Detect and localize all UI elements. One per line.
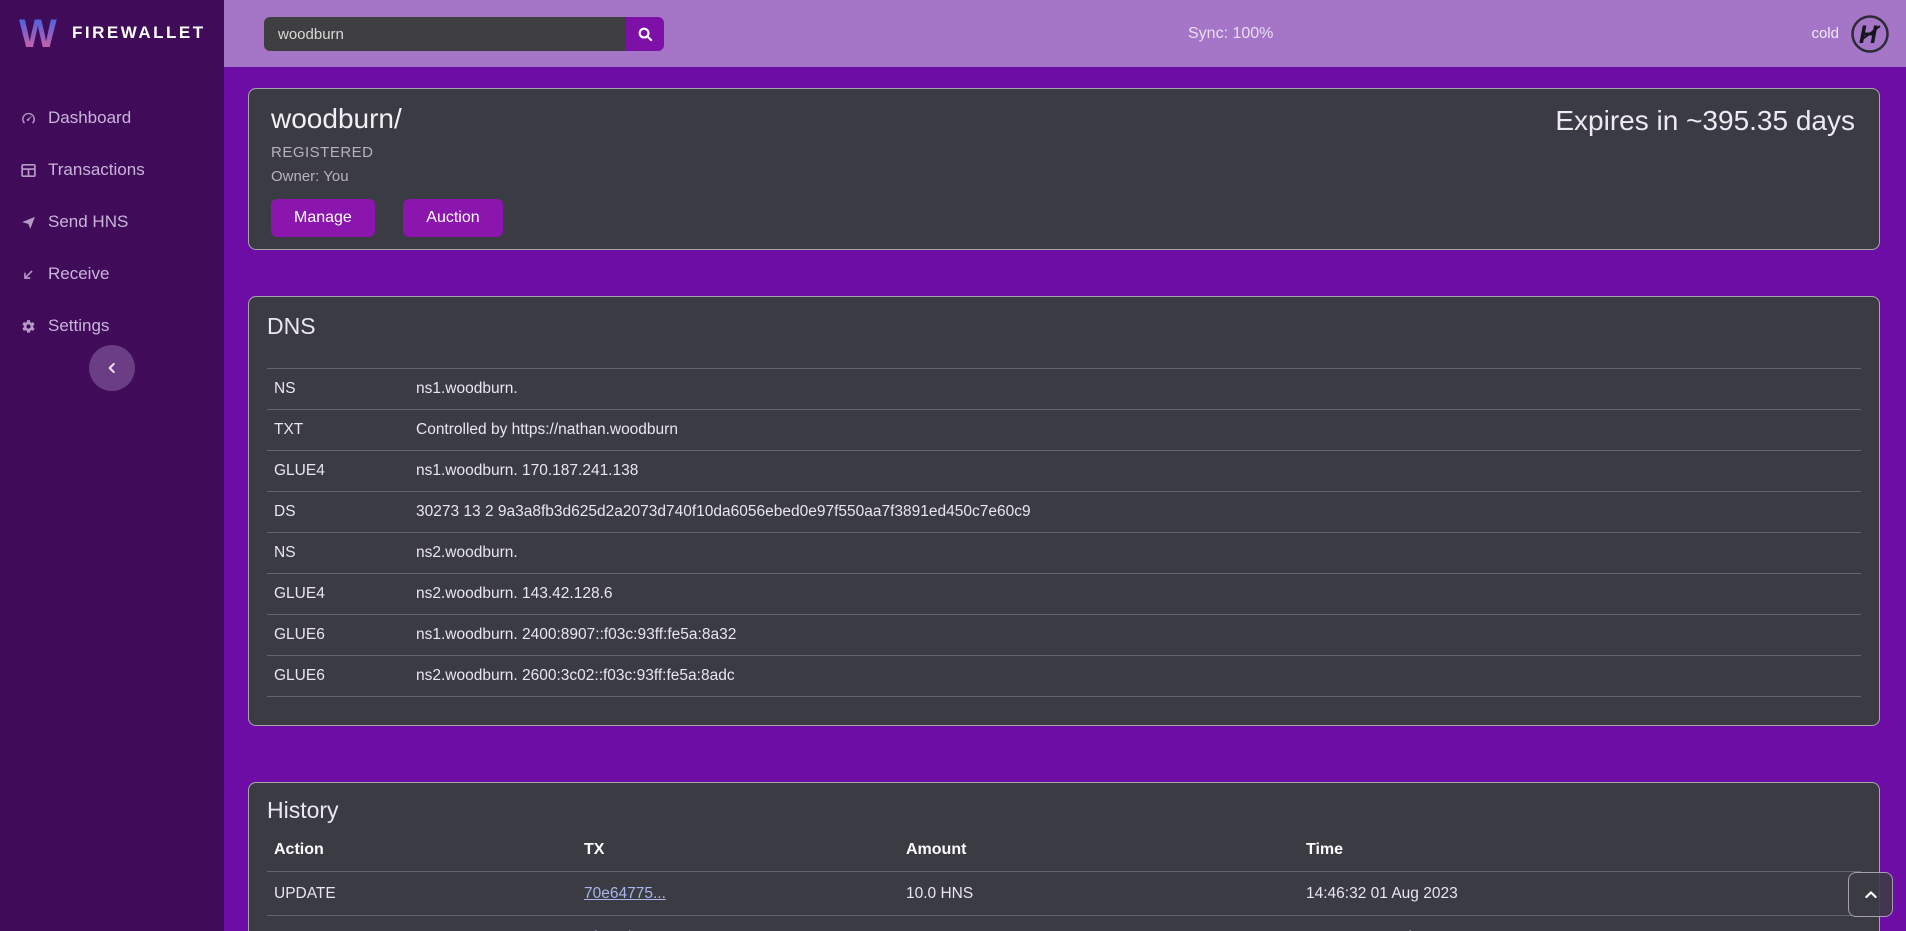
firewallet-logo-icon: W: [18, 12, 60, 54]
dns-record-row: GLUE4 ns2.woodburn. 143.42.128.6: [267, 574, 1861, 615]
history-action: UPDATE: [274, 885, 584, 903]
domain-owner: Owner: You: [271, 168, 1857, 185]
chevron-up-icon: [1863, 887, 1879, 903]
sidebar-item-transactions[interactable]: Transactions: [0, 144, 224, 196]
dns-record-type: GLUE6: [274, 667, 416, 685]
history-card: History Action TX Amount Time UPDATE 70e…: [248, 782, 1880, 931]
brand: W FIREWALLET: [0, 0, 224, 64]
transactions-icon: [20, 162, 37, 179]
history-col-action: Action: [274, 841, 584, 859]
sidebar-item-label: Send HNS: [48, 212, 128, 232]
wallet-selector[interactable]: cold H: [1811, 0, 1890, 67]
history-row: RENEW 4f2e3d1... 10.0 HNS 15:47:06 07 Ju…: [267, 916, 1861, 931]
auction-button[interactable]: Auction: [403, 199, 502, 237]
dns-record-value: ns1.woodburn. 170.187.241.138: [416, 462, 1861, 480]
dns-record-type: GLUE6: [274, 626, 416, 644]
domain-expiry: Expires in ~395.35 days: [1555, 105, 1855, 137]
history-col-amount: Amount: [906, 841, 1306, 859]
dns-record-row: NS ns2.woodburn.: [267, 533, 1861, 574]
domain-status: REGISTERED: [271, 144, 1857, 161]
history-amount: 10.0 HNS: [906, 885, 1306, 903]
dns-record-type: TXT: [274, 421, 416, 439]
topbar: Sync: 100% cold H: [224, 0, 1906, 67]
dns-record-type: GLUE4: [274, 462, 416, 480]
dns-record-value: 30273 13 2 9a3a8fb3d625d2a2073d740f10da6…: [416, 503, 1861, 521]
dns-record-value: Controlled by https://nathan.woodburn: [416, 421, 1861, 439]
search-icon: [637, 26, 654, 43]
history-title: History: [267, 797, 1861, 824]
receive-icon: [20, 266, 37, 283]
dns-record-type: GLUE4: [274, 585, 416, 603]
search-input[interactable]: [264, 17, 626, 51]
svg-text:W: W: [19, 12, 57, 54]
dns-record-row: GLUE4 ns1.woodburn. 170.187.241.138: [267, 451, 1861, 492]
sidebar-item-dashboard[interactable]: Dashboard: [0, 92, 224, 144]
search-bar: [264, 17, 664, 51]
dns-table: NS ns1.woodburn. TXT Controlled by https…: [267, 368, 1861, 697]
history-col-tx: TX: [584, 841, 906, 859]
dns-record-row: GLUE6 ns2.woodburn. 2600:3c02::f03c:93ff…: [267, 656, 1861, 697]
domain-card: woodburn/ REGISTERED Owner: You Manage A…: [248, 88, 1880, 250]
dns-record-row: NS ns1.woodburn.: [267, 369, 1861, 410]
send-icon: [20, 214, 37, 231]
manage-button[interactable]: Manage: [271, 199, 375, 237]
hns-logo-icon: H: [1850, 14, 1890, 54]
dns-record-value: ns1.woodburn. 2400:8907::f03c:93ff:fe5a:…: [416, 626, 1861, 644]
search-button[interactable]: [626, 17, 664, 51]
dns-record-row: DS 30273 13 2 9a3a8fb3d625d2a2073d740f10…: [267, 492, 1861, 533]
dns-title: DNS: [267, 313, 1861, 340]
dns-card: DNS NS ns1.woodburn. TXT Controlled by h…: [248, 296, 1880, 726]
history-time: 14:46:32 01 Aug 2023: [1306, 885, 1861, 903]
tx-link[interactable]: 70e64775...: [584, 885, 666, 902]
dns-record-row: TXT Controlled by https://nathan.woodbur…: [267, 410, 1861, 451]
sync-status: Sync: 100%: [1188, 0, 1273, 67]
chevron-left-icon: [105, 361, 119, 375]
sidebar-item-label: Receive: [48, 264, 109, 284]
scroll-to-top-button[interactable]: [1848, 872, 1893, 917]
dashboard-icon: [20, 110, 37, 127]
wallet-name: cold: [1811, 25, 1839, 42]
brand-name: FIREWALLET: [72, 23, 206, 43]
sidebar-item-label: Dashboard: [48, 108, 131, 128]
sidebar-item-receive[interactable]: Receive: [0, 248, 224, 300]
dns-record-type: NS: [274, 380, 416, 398]
dns-record-value: ns1.woodburn.: [416, 380, 1861, 398]
dns-record-type: NS: [274, 544, 416, 562]
history-col-time: Time: [1306, 841, 1861, 859]
dns-record-value: ns2.woodburn. 2600:3c02::f03c:93ff:fe5a:…: [416, 667, 1861, 685]
dns-record-value: ns2.woodburn.: [416, 544, 1861, 562]
settings-icon: [20, 318, 37, 335]
dns-record-value: ns2.woodburn. 143.42.128.6: [416, 585, 1861, 603]
dns-record-type: DS: [274, 503, 416, 521]
sidebar-nav: Dashboard Transactions Send HNS Receive: [0, 92, 224, 352]
history-row: UPDATE 70e64775... 10.0 HNS 14:46:32 01 …: [267, 872, 1861, 916]
main-content: woodburn/ REGISTERED Owner: You Manage A…: [224, 67, 1906, 931]
sidebar: W FIREWALLET Dashboard Transactions Send…: [0, 0, 224, 931]
history-header-row: Action TX Amount Time: [267, 828, 1861, 872]
sidebar-collapse-button[interactable]: [89, 345, 135, 391]
sidebar-item-label: Settings: [48, 316, 109, 336]
sidebar-item-label: Transactions: [48, 160, 145, 180]
sidebar-item-send-hns[interactable]: Send HNS: [0, 196, 224, 248]
dns-record-row: GLUE6 ns1.woodburn. 2400:8907::f03c:93ff…: [267, 615, 1861, 656]
